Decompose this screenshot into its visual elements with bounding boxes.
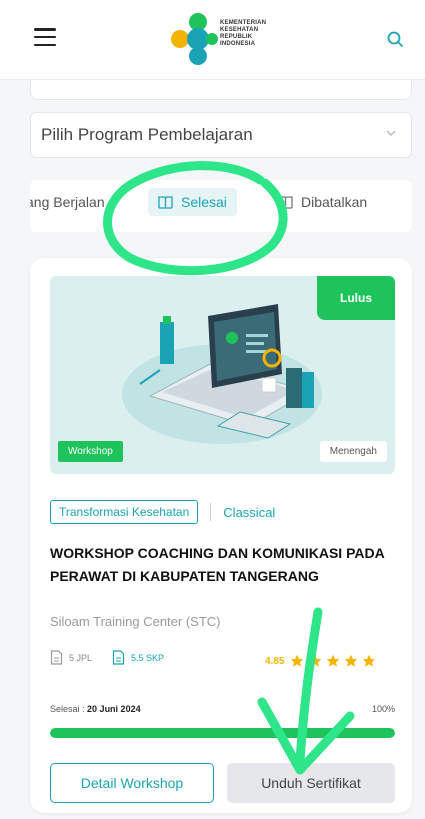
status-badge: Lulus (317, 276, 395, 320)
tab-berjalan[interactable]: ang Berjalan (30, 194, 105, 210)
jpl-credit: 5 JPL (50, 650, 92, 665)
kemenkes-logo: KEMENTERIAN KESEHATAN REPUBLIK INDONESIA (168, 12, 278, 66)
course-tags: Transformasi Kesehatan Classical (50, 500, 275, 524)
logo-text: KEMENTERIAN KESEHATAN REPUBLIK INDONESIA (220, 20, 267, 47)
course-title[interactable]: WORKSHOP COACHING DAN KOMUNIKASI PADA PE… (50, 542, 400, 588)
app-header: KEMENTERIAN KESEHATAN REPUBLIK INDONESIA (0, 0, 425, 80)
document-icon (50, 650, 63, 665)
course-card: Lulus Workshop Menengah Transformasi Kes… (30, 258, 412, 813)
rating-value: 4.85 (265, 655, 285, 667)
star-icon (327, 654, 340, 667)
chevron-down-icon (386, 130, 396, 137)
skp-credit: 5.5 SKP (112, 650, 164, 665)
progress-bar (50, 728, 395, 738)
document-icon (112, 650, 125, 665)
tab-selesai[interactable]: Selesai (148, 188, 237, 216)
star-icon (309, 654, 322, 667)
download-certificate-button[interactable]: Unduh Sertifikat (227, 763, 395, 803)
progress-percent: 100% (371, 704, 395, 714)
category-chip: Transformasi Kesehatan (50, 500, 199, 524)
kemenkes-logo-mark (171, 13, 218, 65)
book-icon (278, 195, 293, 209)
level-badge: Menengah (319, 441, 387, 462)
star-icon (363, 654, 376, 667)
tab-dibatalkan[interactable]: Dibatalkan (278, 194, 367, 210)
rating-stars (290, 654, 376, 668)
book-icon (158, 195, 173, 209)
program-select-value: Pilih Program Pembelajaran (41, 125, 253, 144)
completion-label: Selesai : (50, 704, 85, 714)
course-rating: 4.85 (265, 654, 376, 668)
star-icon (345, 654, 358, 667)
course-thumbnail[interactable]: Lulus Workshop Menengah (50, 276, 395, 474)
method-label: Classical (223, 504, 276, 520)
course-provider: Siloam Training Center (STC) (50, 614, 221, 629)
search-icon[interactable] (386, 30, 404, 48)
hamburger-menu-icon[interactable] (34, 28, 56, 46)
star-icon (291, 654, 304, 667)
previous-card-edge (30, 80, 412, 100)
completion-row: Selesai : 20 Juni 2024 100% (50, 704, 395, 714)
progress-fill (50, 728, 395, 738)
divider (210, 503, 212, 521)
status-tabs: ang Berjalan Selesai Dibatalkan (30, 180, 412, 232)
completion-date: 20 Juni 2024 (87, 704, 141, 714)
type-badge: Workshop (58, 441, 123, 462)
detail-workshop-button[interactable]: Detail Workshop (50, 763, 214, 803)
program-select[interactable]: Pilih Program Pembelajaran (30, 112, 412, 158)
